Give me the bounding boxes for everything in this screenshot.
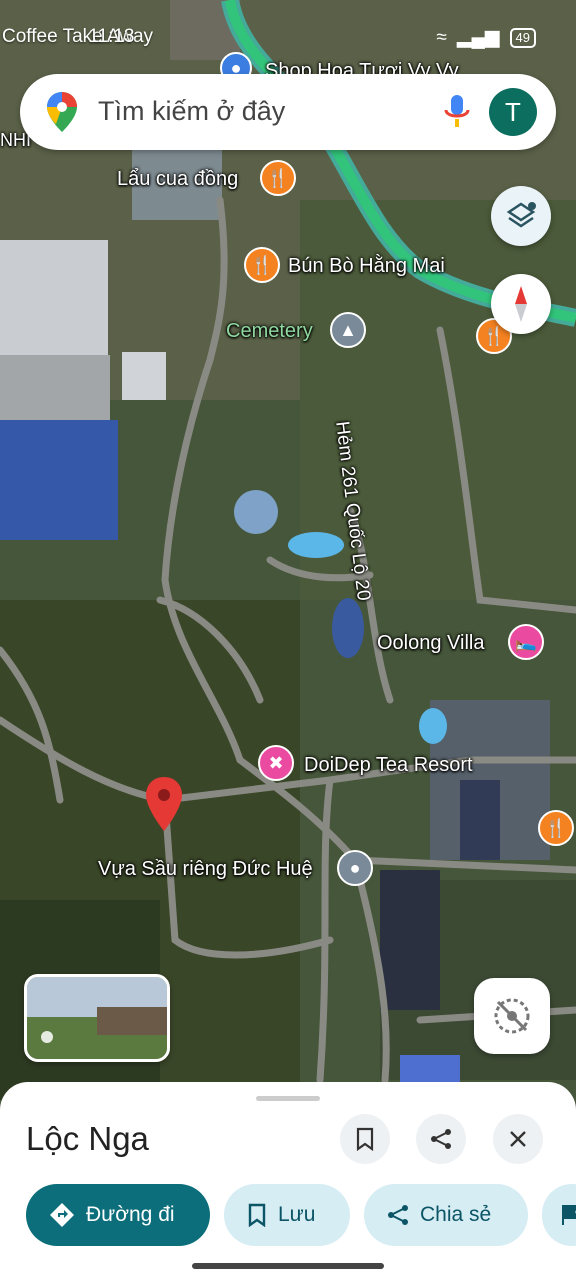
- resort-icon[interactable]: ✖: [258, 745, 294, 781]
- share-icon: [388, 1205, 408, 1225]
- save-button[interactable]: Lưu: [224, 1184, 350, 1246]
- share-button[interactable]: Chia sẻ: [364, 1184, 528, 1246]
- status-icons: ≈ ▂▄▆ 49: [436, 26, 536, 49]
- restaurant-icon[interactable]: 🍴: [260, 160, 296, 196]
- save-label: Lưu: [278, 1203, 316, 1226]
- place-sheet: Lộc Nga Đường đi Lưu Chia sẻ: [0, 1082, 576, 1280]
- directions-label: Đường đi: [86, 1203, 175, 1226]
- compass-button[interactable]: [491, 274, 551, 334]
- status-bar: Coffee Take Away 11:13 ≈ ▂▄▆ 49: [0, 22, 576, 56]
- signal-icon: ▂▄▆: [456, 27, 500, 48]
- location-pin-icon: [146, 777, 182, 831]
- street-view-thumbnail[interactable]: [24, 974, 170, 1062]
- compass-icon: [515, 286, 527, 322]
- place-title: Lộc Nga: [26, 1120, 149, 1157]
- bookmark-icon: [356, 1127, 374, 1151]
- place-icon[interactable]: ●: [337, 850, 373, 886]
- share-icon-button[interactable]: [416, 1114, 466, 1164]
- save-icon-button[interactable]: [340, 1114, 390, 1164]
- layers-icon: [506, 202, 536, 228]
- directions-button[interactable]: Đường đi: [26, 1184, 210, 1246]
- share-label: Chia sẻ: [420, 1203, 492, 1226]
- microphone-icon[interactable]: [444, 94, 470, 130]
- location-off-icon: [494, 998, 530, 1034]
- sheet-handle[interactable]: [256, 1096, 320, 1101]
- search-bar[interactable]: Tìm kiếm ở đây T: [20, 74, 556, 150]
- map-label-bun-bo[interactable]: Bún Bò Hằng Mai: [288, 255, 445, 278]
- gesture-bar[interactable]: [192, 1263, 384, 1269]
- status-left-text: Coffee Take Away 11:13: [2, 26, 154, 47]
- close-button[interactable]: [493, 1114, 543, 1164]
- close-icon: [510, 1131, 526, 1147]
- bookmark-icon: [248, 1203, 266, 1227]
- avatar[interactable]: T: [489, 88, 537, 136]
- map-label-cemetery[interactable]: Cemetery: [226, 320, 313, 343]
- share-icon: [431, 1129, 451, 1149]
- more-chip[interactable]: [542, 1184, 576, 1246]
- map-label-oolong[interactable]: Oolong Villa: [377, 632, 484, 655]
- battery-icon: 49: [509, 27, 536, 48]
- wifi-icon: ≈: [436, 26, 447, 48]
- restaurant-icon[interactable]: 🍴: [538, 810, 574, 846]
- map-label-doidep[interactable]: DoiDep Tea Resort: [304, 754, 473, 777]
- location-button[interactable]: [474, 978, 550, 1054]
- search-input[interactable]: Tìm kiếm ở đây: [98, 96, 285, 127]
- status-time: 11:13: [88, 26, 135, 47]
- map-label-lau-cua[interactable]: Lẩu cua đồng: [117, 168, 238, 191]
- flag-icon: [562, 1205, 576, 1225]
- layers-button[interactable]: [491, 186, 551, 246]
- map-label-vua-sau[interactable]: Vựa Sầu riêng Đức Huệ: [98, 858, 313, 881]
- hotel-icon[interactable]: 🛌: [508, 624, 544, 660]
- directions-icon: [50, 1203, 74, 1227]
- restaurant-icon[interactable]: 🍴: [244, 247, 280, 283]
- google-maps-icon: [47, 92, 77, 132]
- street-view-image: [27, 977, 167, 1059]
- cemetery-icon[interactable]: ▲: [330, 312, 366, 348]
